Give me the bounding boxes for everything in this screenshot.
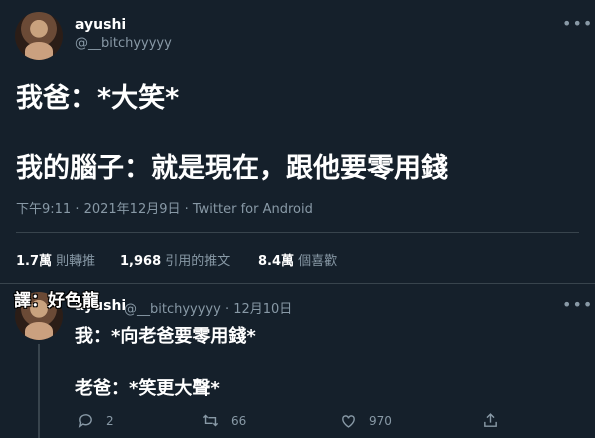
more-icon[interactable]: ••• xyxy=(562,14,593,33)
reply-icon xyxy=(78,414,92,428)
reply-text-line-1: 我：*向老爸要零用錢* xyxy=(75,326,256,347)
reply-text-line-2: 老爸：*笑更大聲* xyxy=(75,378,220,399)
retweet-icon xyxy=(202,414,219,427)
retweet-count: 66 xyxy=(231,413,247,428)
quotes-count: 1,968 xyxy=(120,254,162,269)
divider xyxy=(0,283,595,284)
share-icon xyxy=(484,413,497,427)
author-name[interactable]: ayushi xyxy=(75,17,126,33)
divider xyxy=(16,232,579,233)
reply-button[interactable]: 2 xyxy=(77,412,114,429)
retweet-button[interactable]: 66 xyxy=(202,412,246,429)
avatar[interactable] xyxy=(15,12,63,60)
retweets-stat[interactable]: 1.7萬 則轉推 xyxy=(16,250,95,269)
likes-stat[interactable]: 8.4萬 個喜歡 xyxy=(258,250,337,269)
reply-count: 2 xyxy=(106,413,114,428)
thread-line xyxy=(38,344,40,438)
quotes-label: 引用的推文 xyxy=(165,254,231,269)
tweet-text-line-2: 我的腦子：就是現在，跟他要零用錢 xyxy=(16,153,448,184)
like-icon xyxy=(342,415,355,428)
like-count: 970 xyxy=(369,413,392,428)
tweet-text-line-1: 我爸：*大笑* xyxy=(16,83,180,114)
more-icon[interactable]: ••• xyxy=(562,295,593,314)
quotes-stat[interactable]: 1,968 引用的推文 xyxy=(120,250,230,269)
like-button[interactable]: 970 xyxy=(340,412,392,429)
translator-credit: 譯：好色龍 xyxy=(14,291,99,311)
share-button[interactable] xyxy=(482,412,499,429)
reply-author-handle[interactable]: @__bitchyyyyy · 12月10日 xyxy=(124,298,292,317)
likes-label: 個喜歡 xyxy=(298,254,338,269)
author-handle[interactable]: @__bitchyyyyy xyxy=(75,36,172,51)
retweets-count: 1.7萬 xyxy=(16,254,53,269)
tweet-timestamp[interactable]: 下午9:11 · 2021年12月9日 · Twitter for Androi… xyxy=(16,198,313,217)
likes-count: 8.4萬 xyxy=(258,254,295,269)
retweets-label: 則轉推 xyxy=(56,254,96,269)
